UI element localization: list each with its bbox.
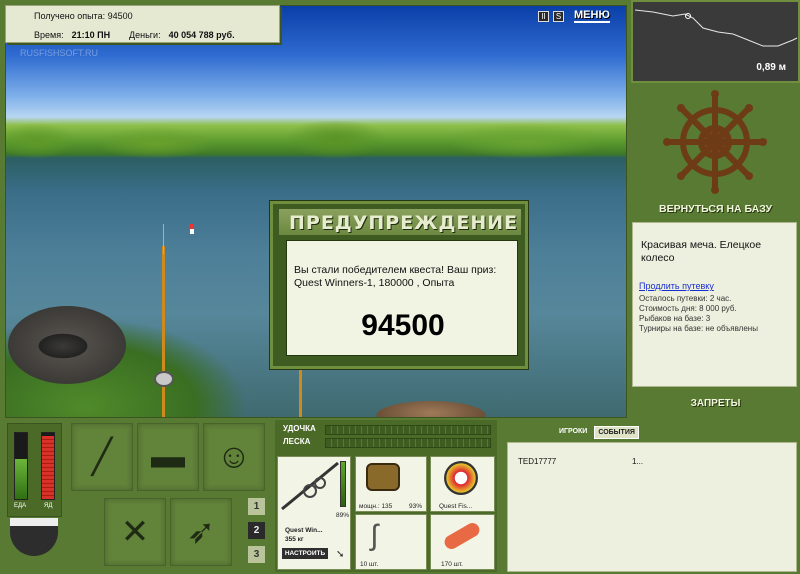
line-label: ЛЕСКА [283, 437, 311, 446]
fishing-rod[interactable] [162, 246, 165, 417]
extend-permit-link[interactable]: Продлить путевку [639, 281, 714, 291]
bait-count: 170 шт. [441, 561, 463, 568]
rod-name: Quest Win... [285, 527, 323, 534]
dialog-title: ПРЕДУПРЕЖДЕНИЕ [289, 212, 519, 234]
ship-wheel-button[interactable] [631, 86, 800, 218]
tournaments-status: Турниры на базе: не объявлены [639, 324, 758, 333]
tab-events[interactable]: СОБЫТИЯ [594, 426, 639, 439]
day-cost: Стоимость дня: 8 000 руб. [639, 304, 737, 313]
tackle-box-slot[interactable]: ▬ [137, 423, 199, 491]
fish-icon: ➶ [186, 513, 216, 551]
warning-dialog[interactable]: ПРЕДУПРЕЖДЕНИЕ Вы стали победителем квес… [270, 201, 528, 369]
line-name: Quest Fis... [439, 503, 473, 510]
food-meter-fill [15, 459, 27, 499]
tackle-box-icon: ▬ [151, 437, 185, 476]
players-panel: ИГРОКИ СОБЫТИЯ TED17777 1... [502, 420, 800, 574]
energy-meter [41, 432, 55, 500]
players-list: TED17777 1... [507, 442, 797, 572]
needs-meters: ЕДА ЯД [7, 423, 62, 517]
tackle-panel: УДОЧКА ЛЕСКА 89% Quest Win... 355 кг НАС… [275, 420, 497, 572]
depth-minimap[interactable]: 0,89 м [631, 0, 800, 83]
fisherman-icon: ☺ [216, 437, 252, 476]
experience-value: 94500 [107, 11, 133, 21]
money-row: Деньги: 40 054 788 руб. [129, 30, 235, 40]
base-name: Красивая меча. Елецкое колесо [641, 239, 762, 264]
bait-slot[interactable]: 170 шт. [430, 514, 495, 570]
line-slot[interactable]: Quest Fis... [430, 456, 495, 512]
arrow-icon: ➘ [336, 549, 345, 560]
time-label: Время: [34, 30, 64, 40]
bait-icon [442, 520, 482, 552]
rod-condition-gauge [340, 461, 346, 507]
player-value: 1... [632, 457, 644, 466]
energy-label: ЯД [44, 503, 53, 509]
bans-button[interactable]: ЗАПРЕТЫ [631, 398, 800, 409]
rod-weight: 355 кг [285, 536, 304, 543]
status-panel: Получено опыта: 94500 Время: 21:10 ПН Ден… [5, 5, 280, 43]
energy-meter-fill [42, 436, 54, 499]
tab-players[interactable]: ИГРОКИ [556, 426, 590, 439]
line-tension-bar [325, 438, 491, 448]
money-value: 40 054 788 руб. [168, 30, 235, 40]
configure-button[interactable]: НАСТРОИТЬ [282, 548, 328, 559]
fisherman-slot[interactable]: ☺ [203, 423, 265, 491]
hooks-count: 10 шт. [360, 561, 379, 568]
rod-reel-icon [281, 461, 339, 511]
rod-tip [163, 224, 164, 254]
experience-row: Получено опыта: 94500 [34, 11, 133, 21]
rod-label: УДОЧКА [283, 424, 316, 433]
rock [376, 401, 486, 417]
players-tabs: ИГРОКИ СОБЫТИЯ [556, 426, 639, 439]
dialog-experience-number: 94500 [361, 309, 445, 342]
depth-value: 0,89 м [756, 62, 786, 73]
rod-tension-bar [325, 425, 491, 435]
food-slot[interactable]: ✕ [104, 498, 166, 566]
reel-power: мощн.: 135 [359, 503, 393, 510]
ship-wheel-icon [663, 90, 767, 194]
line-spool-icon [444, 461, 478, 495]
reel-percent: 93% [409, 503, 423, 510]
food-pot-icon[interactable] [10, 518, 58, 556]
return-to-base-button[interactable]: ВЕРНУТЬСЯ НА БАЗУ [631, 203, 800, 215]
dialog-message: Вы стали победителем квеста! Ваш приз: Q… [294, 264, 497, 289]
top-buttons: II S МЕНЮ [538, 9, 610, 23]
list-item[interactable]: TED17777 1... [518, 457, 788, 466]
rod-percent: 89% [336, 512, 350, 519]
experience-label: Получено опыта: [34, 11, 106, 21]
reel-icon [366, 463, 400, 491]
page-button-1[interactable]: 1 [248, 498, 265, 515]
bobber [190, 224, 194, 234]
page-button-3[interactable]: 3 [248, 546, 265, 563]
dialog-body: Вы стали победителем квеста! Ваш приз: Q… [286, 240, 518, 356]
permit-remaining: Осталось путевки: 2 час. [639, 294, 732, 303]
time-value: 21:10 ПН [71, 30, 111, 40]
menu-button[interactable]: МЕНЮ [574, 9, 610, 23]
fish-slot[interactable]: ➶ [170, 498, 232, 566]
treeline [6, 121, 626, 161]
player-name: TED17777 [518, 457, 557, 466]
fork-knife-icon: ✕ [120, 513, 150, 551]
money-label: Деньги: [129, 30, 161, 40]
food-meter [14, 432, 28, 500]
reel-slot[interactable]: мощн.: 135 93% [355, 456, 427, 512]
line-tension-row: ЛЕСКА [275, 437, 497, 448]
sound-button[interactable]: S [553, 10, 564, 22]
rod-tension-row: УДОЧКА [275, 424, 497, 435]
hook-slot[interactable]: ʃ 10 шт. [355, 514, 427, 570]
hook-icon: ʃ [371, 519, 378, 552]
food-label: ЕДА [14, 503, 27, 509]
pause-button[interactable]: II [538, 10, 549, 22]
page-button-2[interactable]: 2 [248, 522, 265, 539]
base-info-panel: Красивая меча. Елецкое колесо Продлить п… [632, 222, 797, 387]
watermark: RUSFISHSOFT.RU [20, 48, 99, 58]
fishers-count: Рыбаков на базе: 3 [639, 314, 711, 323]
old-tire [8, 306, 126, 384]
reel [154, 371, 174, 387]
time-row: Время: 21:10 ПН [34, 30, 132, 40]
game-window: RUSFISHSOFT.RU Получено опыта: 94500 Вре… [0, 0, 800, 574]
rod-slot[interactable]: ╱ [71, 423, 133, 491]
fishing-rod-icon: ╱ [91, 438, 113, 476]
rod-equipment-slot[interactable]: 89% Quest Win... 355 кг НАСТРОИТЬ ➘ [277, 456, 351, 570]
